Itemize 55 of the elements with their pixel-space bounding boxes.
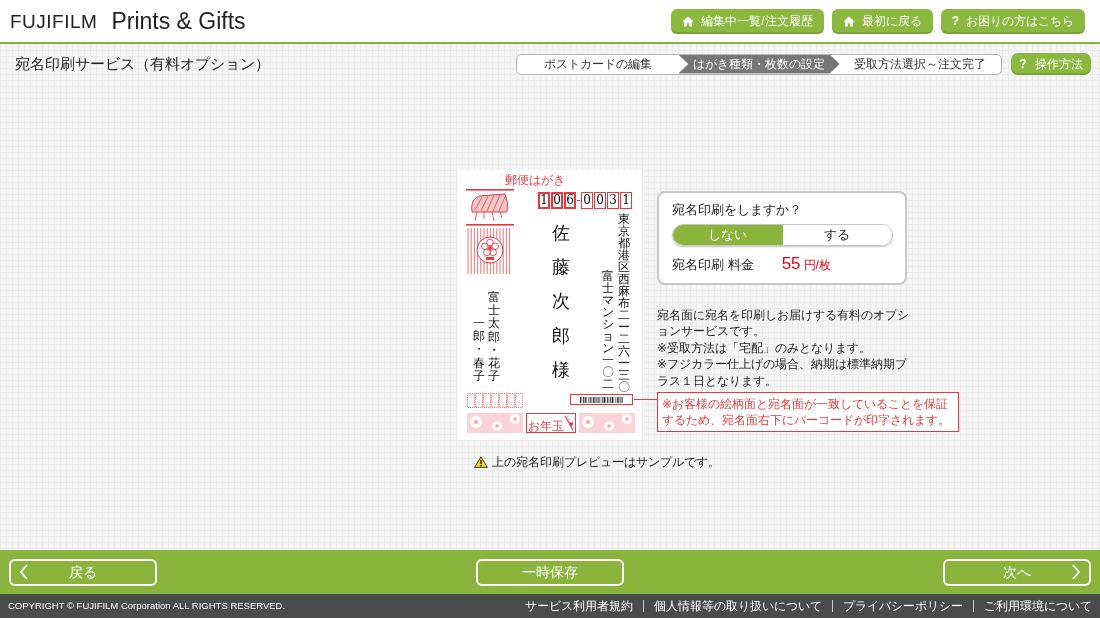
sender-postal-boxes-drawing (467, 393, 524, 408)
chevron-right-icon (1072, 564, 1081, 580)
price-unit: 円/枚 (803, 257, 831, 272)
footer-link[interactable]: サービス利用者規約 (515, 600, 643, 612)
header-button[interactable]: ? お困りの方はこちら (940, 8, 1085, 34)
toggle-option[interactable]: しない (673, 224, 783, 245)
next-button[interactable]: 次へ (943, 558, 1091, 586)
toggle-option[interactable]: する (782, 224, 892, 245)
sample-notice-text: 上の宛名印刷プレビューはサンプルです。 (492, 454, 720, 471)
step-item: 受取方法選択～注文完了 (853, 56, 988, 73)
product-logo: Prints & Gifts (111, 9, 246, 33)
recipient-name: 佐藤次郎様 (552, 221, 570, 382)
description-text: 宛名面に宛名を印刷しお届けする有料のオプションサービスです。 (657, 307, 910, 340)
question-mark-icon: ? (951, 15, 959, 27)
barcode-note-text: ※お客様の絵柄面と宛名面が一致していることを保証するため、宛名面右下にバーコードが印字されます。 (662, 397, 950, 428)
price-label: 宛名印刷 料金 (672, 256, 754, 273)
recipient-address: 東京都港区西麻布二ー二六ー三〇 (618, 213, 630, 393)
postal-code-box: 6 (564, 192, 576, 209)
recipient-address: 富士マンション一〇二 (602, 270, 614, 390)
floral-pattern-drawing (467, 413, 523, 433)
sender-name: 一郎・春子 (473, 317, 485, 383)
chevron-left-icon (19, 564, 28, 580)
step-item: ポストカードの編集 (542, 56, 653, 73)
postal-code-box: 0 (581, 192, 593, 209)
step-item: はがき種類・枚数の設定 (678, 54, 840, 74)
barcode-drawing (580, 396, 623, 403)
header-button[interactable]: 編集中一覧/注文履歴 (671, 8, 824, 34)
floral-pattern-drawing (579, 413, 635, 433)
back-button[interactable]: 戻る (9, 558, 157, 586)
page-title: 宛名印刷サービス（有料オプション） (15, 53, 270, 74)
footer-link[interactable]: プライバシーポリシー (832, 600, 973, 612)
postal-code-box: 3 (607, 192, 619, 209)
postal-code-box: 1 (620, 192, 632, 209)
postal-code-box: 0 (551, 192, 563, 209)
help-button[interactable]: ? 操作方法 (1011, 53, 1091, 75)
copyright-text: COPYRIGHT © FUJIFILM Corporation ALL RIGHTS RESERVED. (8, 598, 286, 613)
question-text: 宛名印刷をしますか？ (672, 202, 803, 218)
save-button[interactable]: 一時保存 (476, 558, 624, 586)
warning-icon (474, 456, 488, 468)
footer-link[interactable]: 個人情報等の取り扱いについて (643, 600, 832, 612)
home-icon (682, 15, 695, 27)
home-icon (842, 15, 855, 27)
description-text: ※フジカラー仕上げの場合、納期は標準納期プラス１日となります。 (657, 356, 909, 390)
description-text: ※受取方法は「宅配」のみとなります。 (657, 340, 873, 357)
brand-logo: FUJIFILM (10, 11, 98, 31)
segmented-control[interactable]: しない する (672, 223, 893, 246)
lottery-label: お年玉 (528, 420, 564, 432)
postal-code-box: 0 (594, 192, 606, 209)
postal-code-box: 1 (538, 192, 550, 209)
sender-name: 富士太郎・花子 (488, 291, 500, 384)
postcard-heading: 郵便はがき (505, 173, 565, 187)
footer-link[interactable]: ご利用環境について (973, 600, 1092, 612)
header-button[interactable]: 最初に戻る (831, 8, 933, 34)
price-value: 55 (781, 253, 801, 274)
question-mark-icon: ? (1019, 58, 1027, 70)
